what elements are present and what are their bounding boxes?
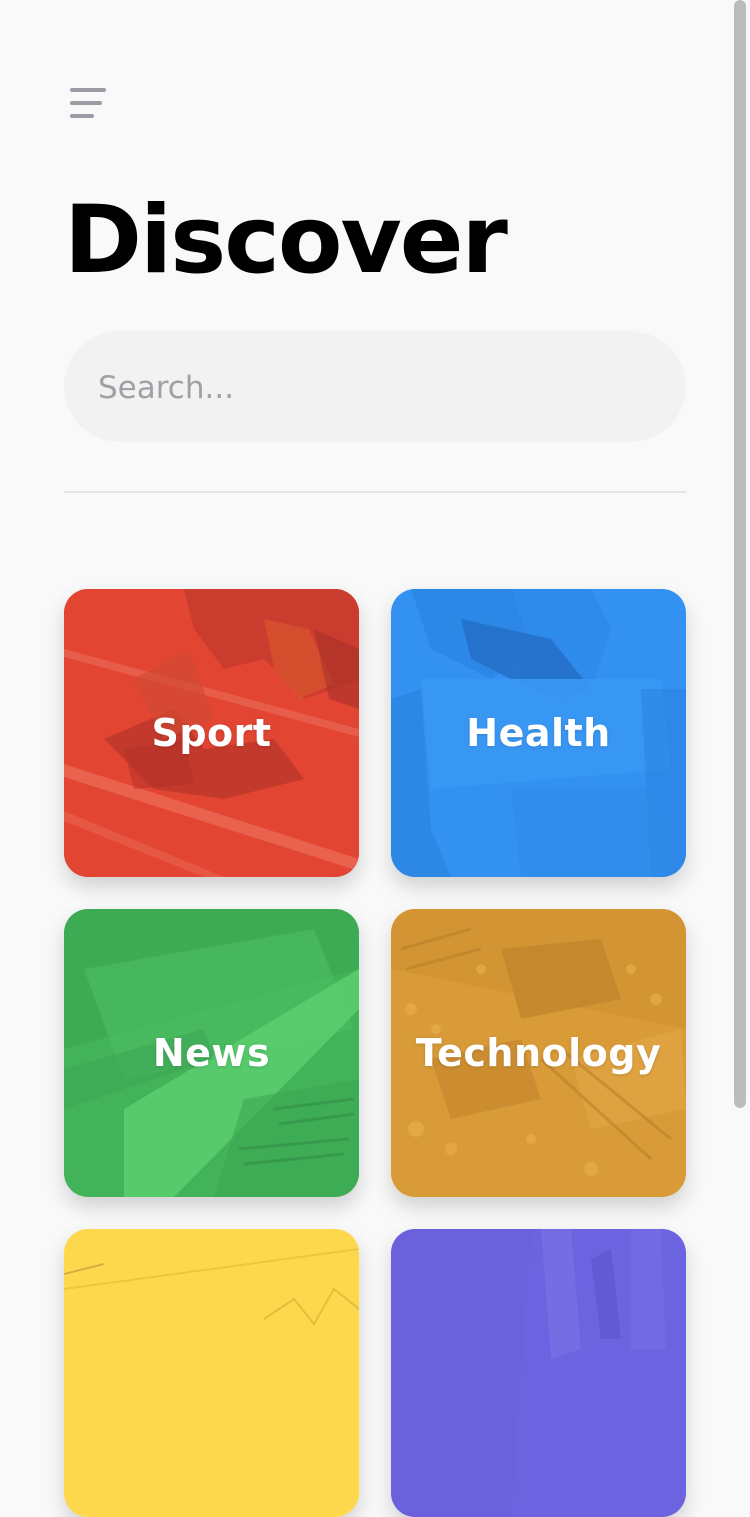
menu-line (70, 88, 106, 92)
search-bar[interactable] (64, 331, 690, 444)
menu-line (70, 114, 94, 118)
divider (64, 491, 686, 493)
lab-glassware-photo (391, 1229, 686, 1517)
scrollbar[interactable] (734, 0, 746, 1108)
category-label: Health (466, 711, 611, 755)
category-label: Technology (415, 1031, 662, 1075)
category-label: News (152, 1031, 271, 1075)
category-card-technology[interactable]: Technology (391, 909, 686, 1197)
chart-paper-photo (64, 1229, 359, 1517)
category-label: Sport (151, 711, 272, 755)
category-card-6[interactable] (391, 1229, 686, 1517)
menu-line (70, 101, 102, 105)
category-card-sport[interactable]: Sport (64, 589, 359, 877)
search-input[interactable] (96, 331, 690, 444)
hamburger-menu-icon[interactable] (68, 86, 108, 122)
category-card-health[interactable]: Health (391, 589, 686, 877)
category-card-5[interactable] (64, 1229, 359, 1517)
page-title: Discover (64, 186, 508, 295)
category-card-news[interactable]: News (64, 909, 359, 1197)
